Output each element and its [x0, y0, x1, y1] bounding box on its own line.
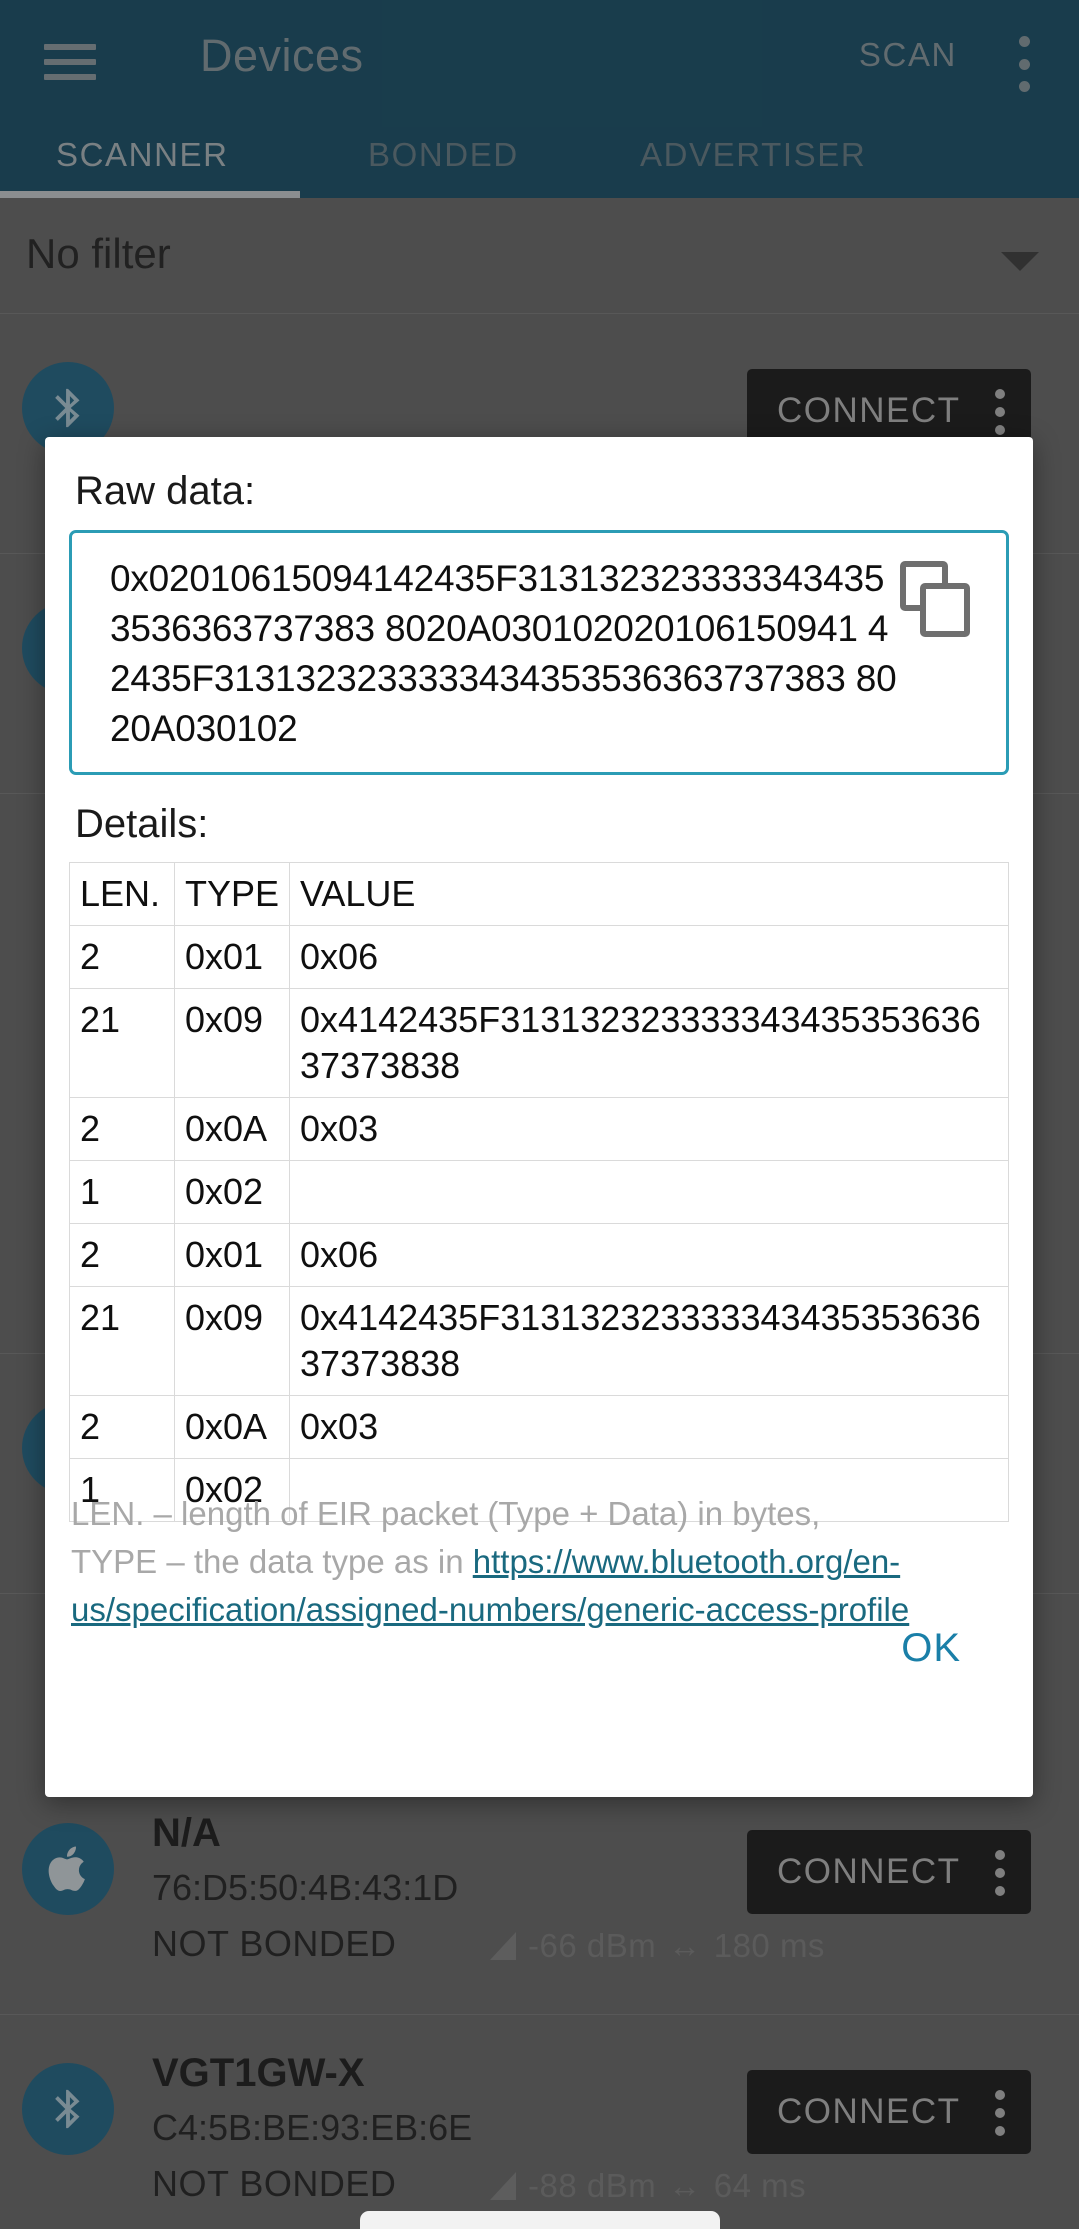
raw-data-value: 0x02010615094142435F31313232333334343535… — [110, 558, 897, 749]
table-row: 21 0x09 0x4142435F3131323233333434353536… — [69, 988, 1009, 1098]
cell-type: 0x09 — [173, 1286, 291, 1396]
cell-len: 21 — [69, 988, 175, 1098]
cell-value: 0x06 — [289, 925, 1009, 989]
raw-data-field[interactable]: 0x02010615094142435F31313232333334343535… — [69, 530, 1009, 775]
cell-value: 0x06 — [289, 1223, 1009, 1287]
footnote-line-len: LEN. – length of EIR packet (Type + Data… — [71, 1495, 821, 1532]
cell-type: 0x0A — [173, 1395, 291, 1459]
eir-details-table: LEN. TYPE VALUE 2 0x01 0x06 21 0x09 0x41… — [69, 862, 1009, 1522]
dialog-footnote: LEN. – length of EIR packet (Type + Data… — [71, 1490, 1011, 1634]
ok-button[interactable]: OK — [877, 1612, 985, 1685]
cell-len: 2 — [69, 1097, 175, 1161]
cell-len: 1 — [69, 1160, 175, 1224]
cell-value: 0x4142435F313132323333343435353636373738… — [289, 988, 1009, 1098]
table-row: 2 0x0A 0x03 — [69, 1097, 1009, 1161]
cell-len: 2 — [69, 1395, 175, 1459]
cell-value: 0x03 — [289, 1395, 1009, 1459]
raw-data-dialog: Raw data: 0x02010615094142435F3131323233… — [45, 437, 1033, 1797]
cell-len: 2 — [69, 925, 175, 989]
footnote-line-type: TYPE – the data type as in — [71, 1543, 473, 1580]
cell-value: 0x03 — [289, 1097, 1009, 1161]
column-header-type: TYPE — [173, 862, 291, 926]
copy-icon[interactable] — [900, 561, 972, 637]
details-label: Details: — [75, 802, 209, 846]
table-header-row: LEN. TYPE VALUE — [69, 862, 1009, 926]
table-row: 21 0x09 0x4142435F3131323233333434353536… — [69, 1286, 1009, 1396]
home-indicator — [359, 2211, 720, 2229]
table-row: 2 0x01 0x06 — [69, 925, 1009, 989]
app-root: CONNECT CONNECT CONNECT CONNECT — [0, 0, 1079, 2229]
cell-value — [289, 1160, 1009, 1224]
cell-len: 2 — [69, 1223, 175, 1287]
cell-type: 0x0A — [173, 1097, 291, 1161]
column-header-len: LEN. — [69, 862, 175, 926]
column-header-value: VALUE — [289, 862, 1009, 926]
eir-details-body: 2 0x01 0x06 21 0x09 0x4142435F3131323233… — [69, 925, 1009, 1522]
cell-type: 0x02 — [173, 1160, 291, 1224]
table-row: 2 0x0A 0x03 — [69, 1395, 1009, 1459]
cell-len: 21 — [69, 1286, 175, 1396]
cell-type: 0x09 — [173, 988, 291, 1098]
raw-data-label: Raw data: — [75, 469, 256, 513]
cell-type: 0x01 — [173, 925, 291, 989]
cell-value: 0x4142435F313132323333343435353636373738… — [289, 1286, 1009, 1396]
cell-type: 0x01 — [173, 1223, 291, 1287]
table-row: 2 0x01 0x06 — [69, 1223, 1009, 1287]
table-row: 1 0x02 — [69, 1160, 1009, 1224]
